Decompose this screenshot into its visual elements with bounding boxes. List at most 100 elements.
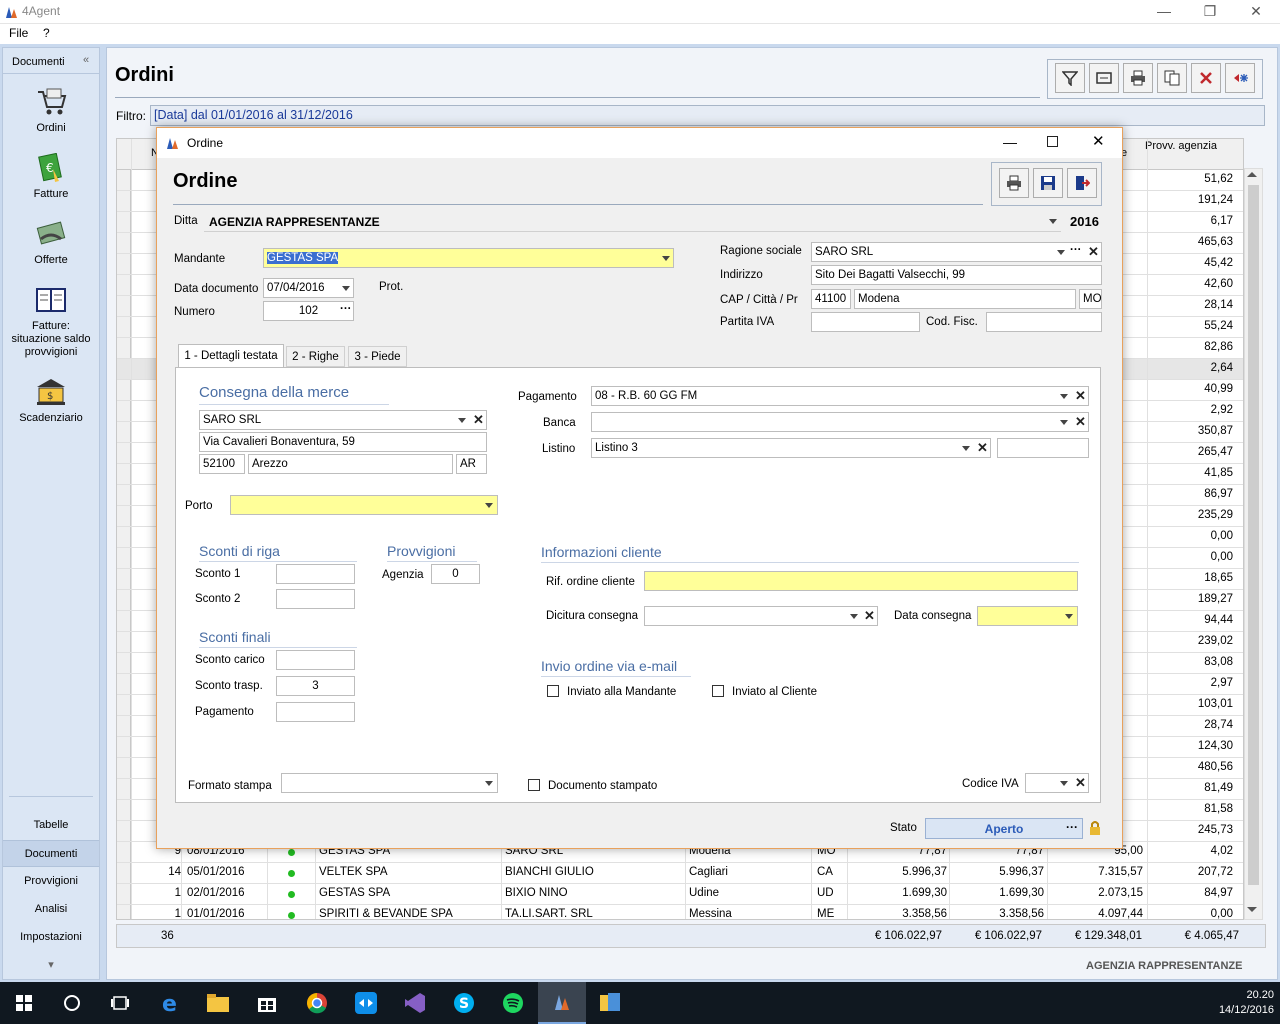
nav-documenti[interactable]: Documenti	[3, 840, 99, 867]
edge-icon[interactable]: e	[146, 982, 194, 1024]
copy-button[interactable]	[1157, 63, 1187, 93]
partita-iva-field[interactable]	[811, 312, 920, 332]
store-icon[interactable]	[243, 982, 291, 1024]
formato-stampa-select[interactable]	[281, 773, 498, 793]
listino-select[interactable]: Listino 3 ✕	[591, 438, 991, 458]
scroll-down-icon[interactable]	[1247, 907, 1257, 912]
close-button[interactable]: ✕	[1233, 0, 1279, 24]
skype-icon[interactable]: S	[440, 982, 488, 1024]
listino-extra-field[interactable]	[997, 438, 1089, 458]
scroll-up-icon[interactable]	[1247, 172, 1257, 177]
consegna-nome-select[interactable]: SARO SRL ✕	[199, 410, 487, 430]
codice-iva-select[interactable]: ✕	[1025, 773, 1089, 793]
banca-select[interactable]: ✕	[591, 412, 1089, 432]
search-icon[interactable]	[48, 982, 96, 1024]
dialog-close-button[interactable]: ✕	[1092, 132, 1105, 150]
consegna-cap-field[interactable]: 52100	[199, 454, 245, 474]
grid-scrollbar[interactable]	[1244, 168, 1263, 920]
inviato-mandante-checkbox[interactable]	[547, 685, 559, 697]
menu-help[interactable]: ?	[43, 26, 50, 40]
delete-button[interactable]	[1191, 63, 1221, 93]
card-button[interactable]	[1089, 63, 1119, 93]
dicitura-consegna-select[interactable]: ✕	[644, 606, 878, 626]
spotify-icon[interactable]	[489, 982, 537, 1024]
4agent-taskbar-icon[interactable]	[538, 982, 586, 1024]
pagamento-clear-button[interactable]: ✕	[1075, 388, 1086, 404]
nav-provvigioni[interactable]: Provvigioni	[3, 868, 99, 895]
indirizzo-field[interactable]: Sito Dei Bagatti Valsecchi, 99	[811, 265, 1102, 285]
codice-fiscale-field[interactable]	[986, 312, 1102, 332]
tab-piede[interactable]: 3 - Piede	[348, 346, 407, 367]
table-row[interactable]: 1 01/01/2016 SPIRITI & BEVANDE SPA TA.LI.SA…	[117, 905, 1243, 919]
cap-field[interactable]: 41100	[811, 289, 851, 309]
nav-analisi[interactable]: Analisi	[3, 896, 99, 923]
provincia-field[interactable]: MO	[1079, 289, 1102, 309]
sidebar-item-fatture[interactable]: € Fatture	[3, 152, 99, 200]
menu-file[interactable]: File	[9, 26, 28, 40]
ragione-clear-button[interactable]: ✕	[1088, 244, 1099, 260]
collapse-icon[interactable]: «	[83, 54, 89, 66]
dialog-print-button[interactable]	[999, 168, 1029, 198]
inviato-cliente-checkbox[interactable]	[712, 685, 724, 697]
print-button[interactable]	[1123, 63, 1153, 93]
stato-ellipsis-button[interactable]: ···	[1066, 820, 1078, 834]
numero-field[interactable]: 102 ···	[263, 301, 354, 321]
visual-studio-icon[interactable]	[391, 982, 439, 1024]
tab-dettagli-testata[interactable]: 1 - Dettagli testata	[178, 344, 284, 368]
dicitura-clear-button[interactable]: ✕	[864, 608, 875, 624]
app-taskbar-icon[interactable]	[587, 982, 635, 1024]
agenzia-field[interactable]: 0	[431, 564, 480, 584]
consegna-provincia-field[interactable]: AR	[456, 454, 487, 474]
rif-ordine-field[interactable]	[644, 571, 1078, 591]
consegna-via-field[interactable]: Via Cavalieri Bonaventura, 59	[199, 432, 487, 452]
ragione-ellipsis-button[interactable]: ···	[1070, 244, 1082, 256]
restore-button[interactable]: ❐	[1187, 0, 1233, 24]
ragione-sociale-select[interactable]: SARO SRL ··· ✕	[811, 242, 1102, 262]
tab-righe[interactable]: 2 - Righe	[286, 346, 345, 367]
porto-select[interactable]	[230, 495, 498, 515]
data-documento-field[interactable]: 07/04/2016	[263, 278, 354, 298]
banca-clear-button[interactable]: ✕	[1075, 414, 1086, 430]
consegna-clear-button[interactable]: ✕	[473, 412, 484, 428]
numero-ellipsis-button[interactable]: ···	[340, 303, 352, 315]
table-row[interactable]: 1 02/01/2016 GESTAS SPA BIXIO NINO Udine UD 1.…	[117, 884, 1243, 905]
taskbar-clock[interactable]: 20.20 14/12/2016	[1214, 988, 1274, 1018]
windows-start-icon[interactable]	[0, 982, 48, 1024]
sconto2-field[interactable]	[276, 589, 355, 609]
chevron-down-icon[interactable]: ▾	[3, 952, 99, 979]
filter-button[interactable]	[1055, 63, 1085, 93]
consegna-citta-field[interactable]: Arezzo	[248, 454, 453, 474]
teamviewer-icon[interactable]	[342, 982, 390, 1024]
table-row[interactable]: 14 05/01/2016 VELTEK SPA BIANCHI GIULIO Cagl…	[117, 863, 1243, 884]
sidebar-item-scadenziario[interactable]: $ Scadenziario	[3, 376, 99, 424]
citta-field[interactable]: Modena	[854, 289, 1076, 309]
mandante-select[interactable]: GESTAS SPA	[263, 248, 674, 268]
sconto-carico-field[interactable]	[276, 650, 355, 670]
dialog-exit-button[interactable]	[1067, 168, 1097, 198]
dialog-save-button[interactable]	[1033, 168, 1063, 198]
scrollbar-thumb[interactable]	[1248, 185, 1259, 885]
chrome-icon[interactable]	[293, 982, 341, 1024]
codice-iva-clear-button[interactable]: ✕	[1075, 775, 1086, 791]
sconto-trasp-field[interactable]: 3	[276, 676, 355, 696]
task-view-icon[interactable]	[96, 982, 144, 1024]
file-explorer-icon[interactable]	[194, 982, 242, 1024]
ditta-select[interactable]: AGENZIA RAPPRESENTANZE	[204, 210, 1061, 232]
sidebar-item-offerte[interactable]: Offerte	[3, 218, 99, 266]
minimize-button[interactable]: —	[1141, 0, 1187, 24]
new-button[interactable]	[1225, 63, 1255, 93]
sidebar-item-saldo-provvigioni[interactable]: Fatture: situazione saldo provvigioni	[3, 284, 99, 359]
data-consegna-field[interactable]	[977, 606, 1078, 626]
stato-field[interactable]: Aperto ···	[925, 818, 1083, 839]
listino-clear-button[interactable]: ✕	[977, 440, 988, 456]
table-cell: 84,97	[1204, 887, 1233, 899]
dialog-minimize-button[interactable]: —	[1003, 134, 1017, 150]
pagamento-sconto-field[interactable]	[276, 702, 355, 722]
sidebar-item-ordini[interactable]: Ordini	[3, 86, 99, 134]
nav-tabelle[interactable]: Tabelle	[3, 812, 99, 839]
dialog-maximize-button[interactable]	[1047, 136, 1058, 147]
sconto1-field[interactable]	[276, 564, 355, 584]
documento-stampato-checkbox[interactable]	[528, 779, 540, 791]
nav-impostazioni[interactable]: Impostazioni	[3, 924, 99, 951]
pagamento-select[interactable]: 08 - R.B. 60 GG FM ✕	[591, 386, 1089, 406]
